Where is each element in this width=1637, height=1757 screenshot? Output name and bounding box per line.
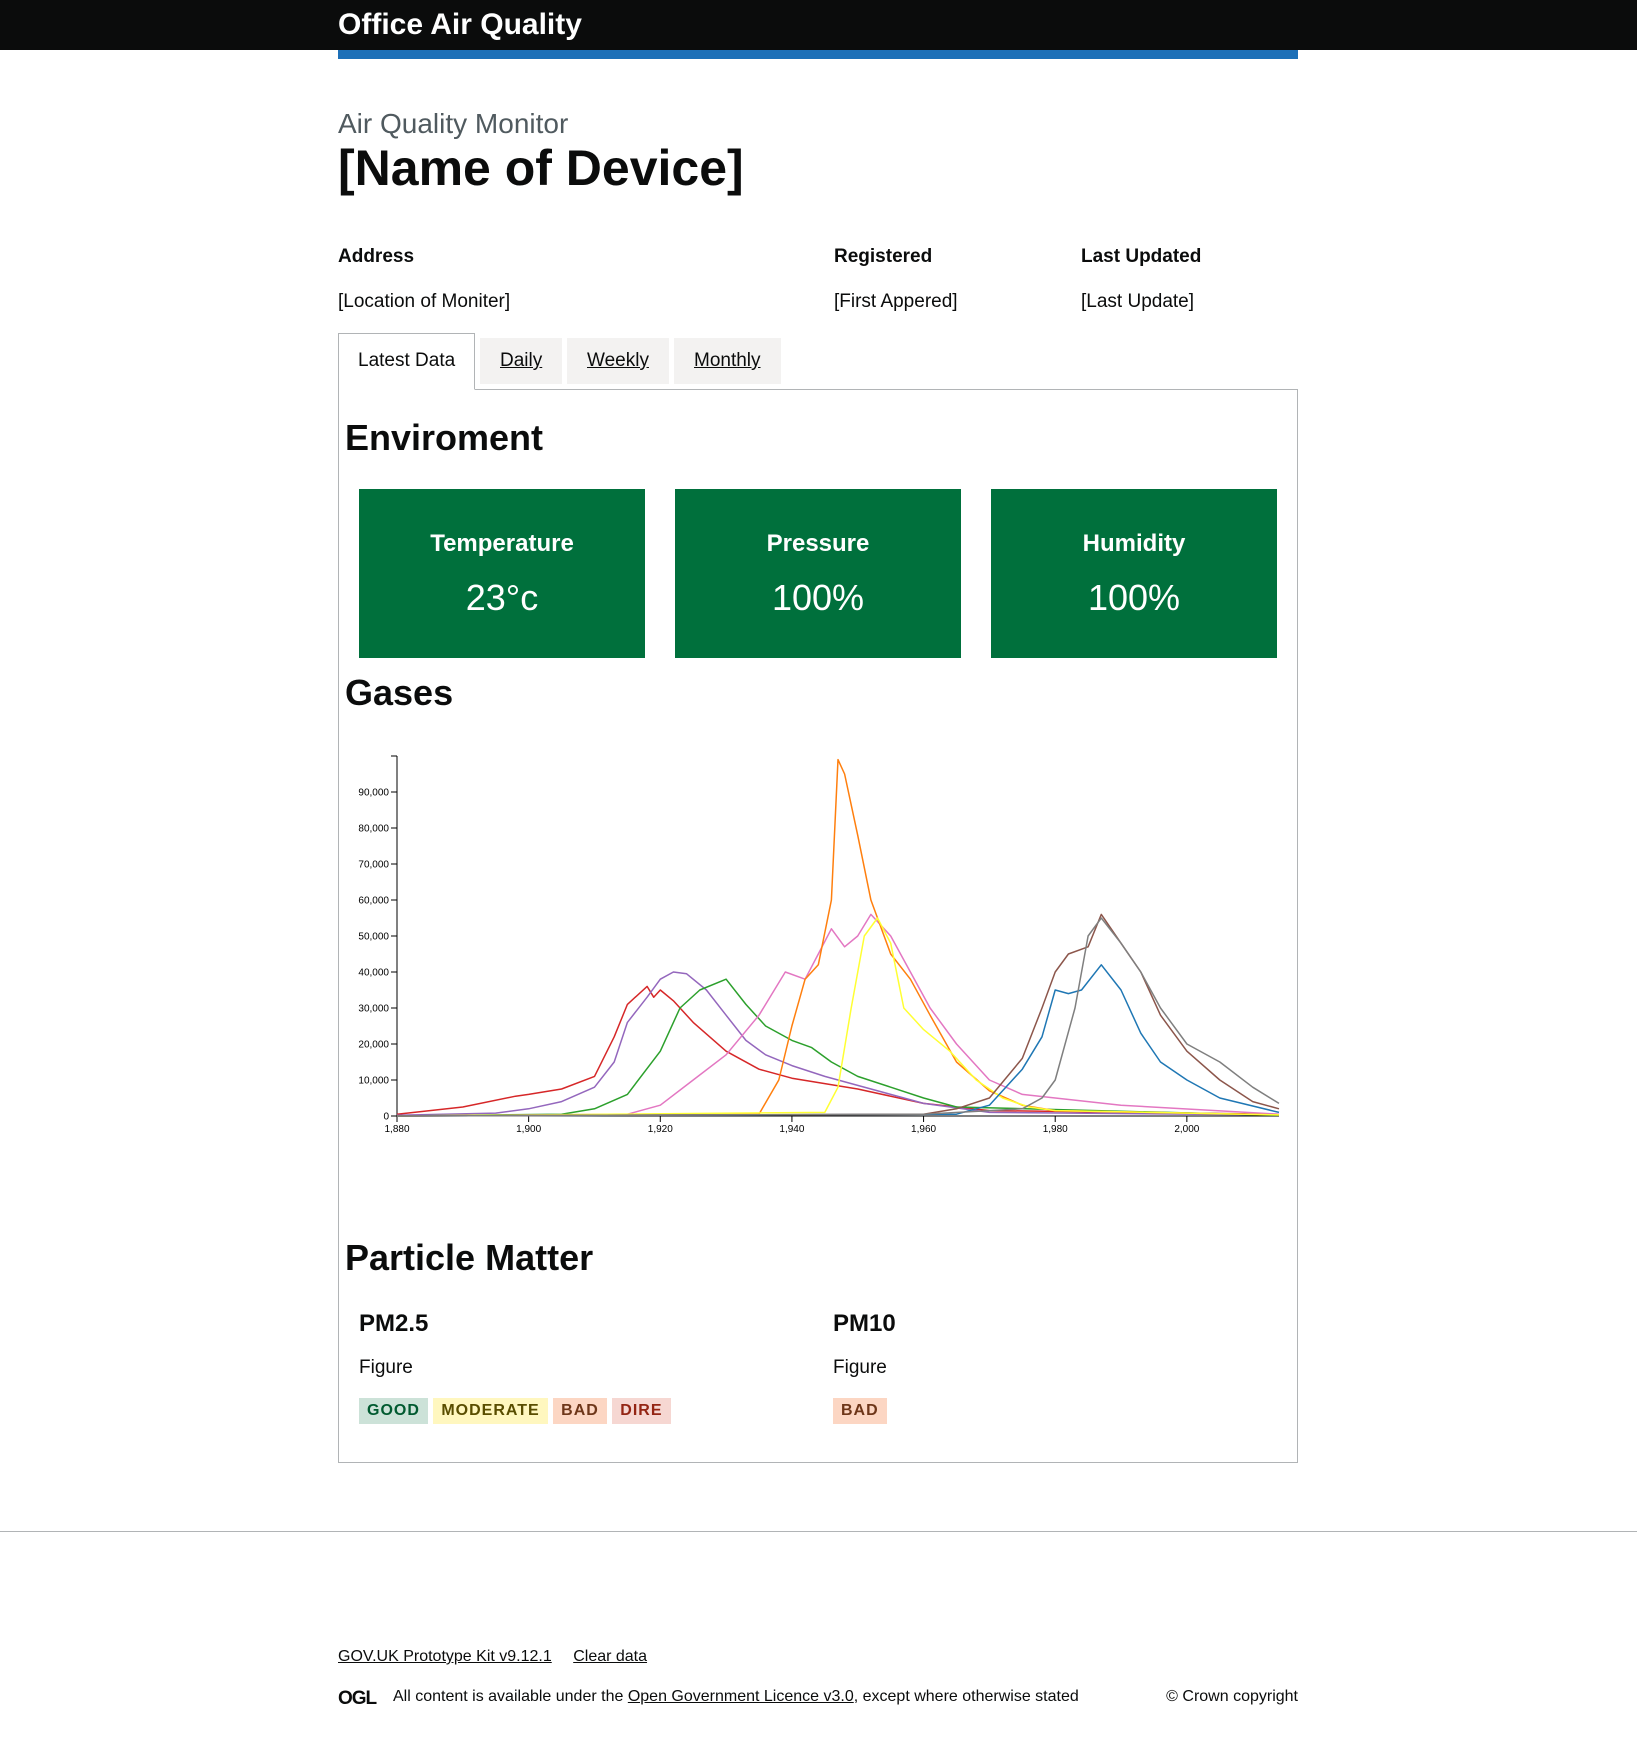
ogl-logo-icon: OGL	[338, 1689, 379, 1706]
tag-good: GOOD	[359, 1398, 428, 1424]
humidity-card: Humidity 100%	[991, 489, 1277, 658]
series-line-2	[396, 978, 1280, 1117]
particle-matter-heading: Particle Matter	[345, 1237, 594, 1278]
header-container: Office Air Quality	[338, 0, 1298, 50]
y-tick-label-4: 40,000	[358, 968, 389, 979]
y-tick-label-9: 90,000	[358, 788, 389, 799]
tabs-list: Latest Data Daily Weekly Monthly	[338, 333, 1298, 390]
y-tick-label-0: 0	[383, 1112, 389, 1123]
x-tick-label-5: 1,980	[1043, 1124, 1068, 1135]
tag-bad: BAD	[553, 1398, 607, 1424]
tab-panel-latest-data: Enviroment Temperature 23°c Pressure 100…	[338, 389, 1298, 1463]
address-key: Address	[338, 246, 415, 267]
series-line-6	[396, 964, 1280, 1117]
temperature-value: 23°c	[465, 577, 539, 618]
licence-prefix: All content is available under the	[393, 1688, 624, 1705]
header-blue-stripe	[338, 50, 1298, 59]
pressure-value: 100%	[771, 577, 865, 618]
summary-last-updated: Last Updated [Last Update]	[1081, 240, 1201, 319]
pm10-title: PM10	[833, 1310, 896, 1337]
prototype-kit-link[interactable]: GOV.UK Prototype Kit v9.12.1	[338, 1648, 552, 1665]
pm25-block: PM2.5 Figure GOOD MODERATE BAD DIRE	[359, 1309, 672, 1424]
humidity-label: Humidity	[1082, 530, 1186, 557]
registered-key: Registered	[834, 246, 933, 267]
y-tick-label-3: 30,000	[358, 1004, 389, 1015]
humidity-value: 100%	[1087, 577, 1181, 618]
registered-value: [First Appered]	[834, 291, 958, 312]
tag-dire: DIRE	[612, 1398, 671, 1424]
x-tick-label-2: 1,920	[648, 1124, 673, 1135]
tab-weekly[interactable]: Weekly	[567, 338, 669, 384]
pm25-title: PM2.5	[359, 1310, 429, 1337]
tag-bad: BAD	[833, 1398, 887, 1424]
x-tick-label-4: 1,960	[911, 1124, 936, 1135]
crown-copyright: © Crown copyright	[1166, 1688, 1298, 1705]
tab-latest-data[interactable]: Latest Data	[338, 333, 476, 390]
x-tick-label-3: 1,940	[779, 1124, 804, 1135]
pm25-tags: GOOD MODERATE BAD DIRE	[359, 1398, 672, 1424]
ogl-logo-text: OGL	[338, 1689, 378, 1706]
temperature-label: Temperature	[430, 530, 574, 557]
clear-data-link[interactable]: Clear data	[573, 1648, 647, 1665]
x-tick-label-6: 2,000	[1174, 1124, 1199, 1135]
last-updated-value: [Last Update]	[1081, 291, 1195, 312]
y-tick-label-2: 20,000	[358, 1040, 389, 1051]
series-line-5	[396, 917, 1280, 1117]
licence-suffix: , except where otherwise stated	[853, 1688, 1079, 1705]
y-tick-label-7: 70,000	[358, 860, 389, 871]
pm10-block: PM10 Figure BAD	[833, 1309, 896, 1424]
gases-chart: 0 10,000 20,000 30,000 40,000 50,000 60,000 70,…	[353, 749, 1293, 1149]
gases-line-chart: 0 10,000 20,000 30,000 40,000 50,000 60,000 70,…	[358, 755, 1280, 1135]
y-tick-label-8: 80,000	[358, 824, 389, 835]
y-tick-label-6: 60,000	[358, 896, 389, 907]
tag-moderate: MODERATE	[433, 1398, 548, 1424]
footer-links: GOV.UK Prototype Kit v9.12.1 Clear data	[338, 1647, 664, 1667]
open-government-licence-link[interactable]: Open Government Licence v3.0	[628, 1687, 854, 1707]
page-title: [Name of Device]	[338, 140, 744, 196]
x-tick-label-1: 1,900	[516, 1124, 541, 1135]
address-value: [Location of Moniter]	[338, 291, 511, 312]
last-updated-key: Last Updated	[1081, 246, 1202, 267]
summary-registered: Registered [First Appered]	[834, 240, 958, 319]
temperature-card: Temperature 23°c	[359, 489, 645, 658]
footer-container: GOV.UK Prototype Kit v9.12.1 Clear data …	[338, 1532, 1298, 1757]
pressure-card: Pressure 100%	[675, 489, 961, 658]
tab-monthly[interactable]: Monthly	[674, 338, 781, 384]
pressure-label: Pressure	[766, 530, 870, 557]
pm25-figure: Figure	[359, 1357, 413, 1378]
x-tick-label-0: 1,880	[384, 1124, 409, 1135]
environment-heading: Enviroment	[345, 417, 544, 458]
licence-text: OGL All content is available under the O…	[338, 1687, 1079, 1707]
page-caption: Air Quality Monitor	[338, 108, 569, 139]
series-line-0	[396, 985, 1280, 1115]
pm10-figure: Figure	[833, 1357, 887, 1378]
site-header: Office Air Quality	[0, 0, 1637, 50]
site-footer: GOV.UK Prototype Kit v9.12.1 Clear data …	[0, 1531, 1637, 1756]
service-name-link[interactable]: Office Air Quality	[338, 7, 582, 43]
tab-daily[interactable]: Daily	[480, 338, 563, 384]
summary-address: Address [Location of Moniter]	[338, 240, 510, 319]
gases-heading: Gases	[345, 672, 454, 713]
y-tick-label-1: 10,000	[358, 1076, 389, 1087]
pm10-tags: BAD	[833, 1398, 896, 1424]
y-tick-label-5: 50,000	[358, 932, 389, 943]
